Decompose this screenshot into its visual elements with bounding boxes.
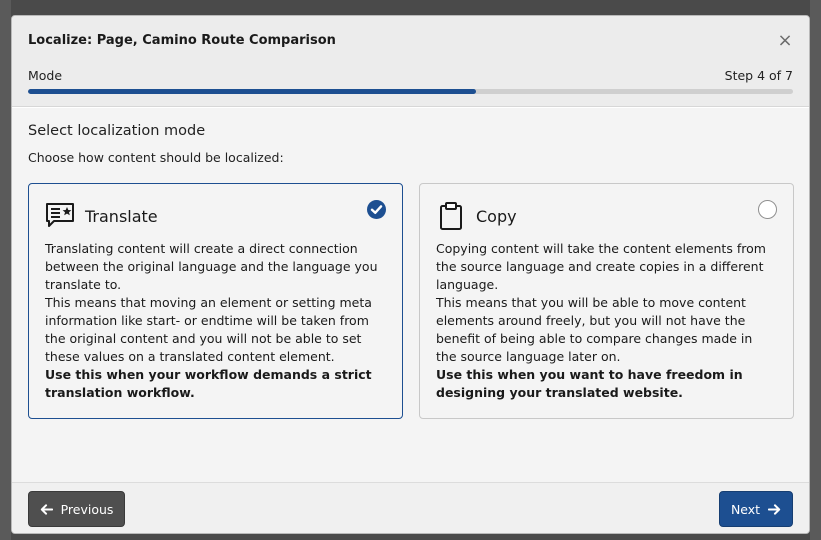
modal-body: Select localization mode Choose how cont… [12, 108, 809, 482]
modal-title: Localize: Page, Camino Route Comparison [28, 33, 336, 48]
selected-check-icon[interactable] [367, 200, 386, 219]
option-emphasis: Use this when your workflow demands a st… [45, 367, 372, 400]
option-paragraph: Copying content will take the content el… [436, 241, 766, 292]
option-description: Copying content will take the content el… [436, 240, 771, 402]
option-paragraph: This means that you will be able to move… [436, 295, 753, 364]
option-emphasis: Use this when you want to have freedom i… [436, 367, 743, 400]
backdrop-left [0, 0, 11, 540]
modal-header: Localize: Page, Camino Route Comparison … [12, 16, 809, 107]
progress-bar [28, 89, 793, 94]
option-description: Translating content will create a direct… [45, 240, 380, 402]
arrow-left-icon [40, 503, 53, 515]
comment-star-icon [46, 203, 74, 227]
modal-footer: Previous Next [12, 482, 809, 533]
step-name: Mode [28, 68, 63, 83]
backdrop-right [810, 0, 821, 540]
progress-fill [28, 89, 477, 94]
arrow-right-icon [768, 503, 781, 515]
next-label: Next [730, 501, 761, 517]
clipboard-icon [440, 202, 462, 230]
localize-modal: Localize: Page, Camino Route Comparison … [11, 15, 810, 534]
previous-button[interactable]: Previous [28, 491, 125, 527]
previous-label: Previous [60, 501, 114, 517]
option-title: Translate [85, 207, 158, 226]
option-translate-card[interactable]: Translate Translating content will creat… [28, 183, 403, 419]
step-count: Step 4 of 7 [724, 68, 793, 83]
unselected-radio-icon[interactable] [758, 200, 777, 219]
option-paragraph: Translating content will create a direct… [45, 241, 378, 292]
next-button[interactable]: Next [719, 491, 793, 527]
option-paragraph: This means that moving an element or set… [45, 295, 372, 364]
section-title: Select localization mode [28, 123, 206, 139]
option-title: Copy [476, 207, 517, 226]
section-subtitle: Choose how content should be localized: [28, 150, 284, 165]
option-copy-card[interactable]: Copy Copying content will take the conte… [419, 183, 794, 419]
close-button[interactable]: × [775, 31, 795, 51]
